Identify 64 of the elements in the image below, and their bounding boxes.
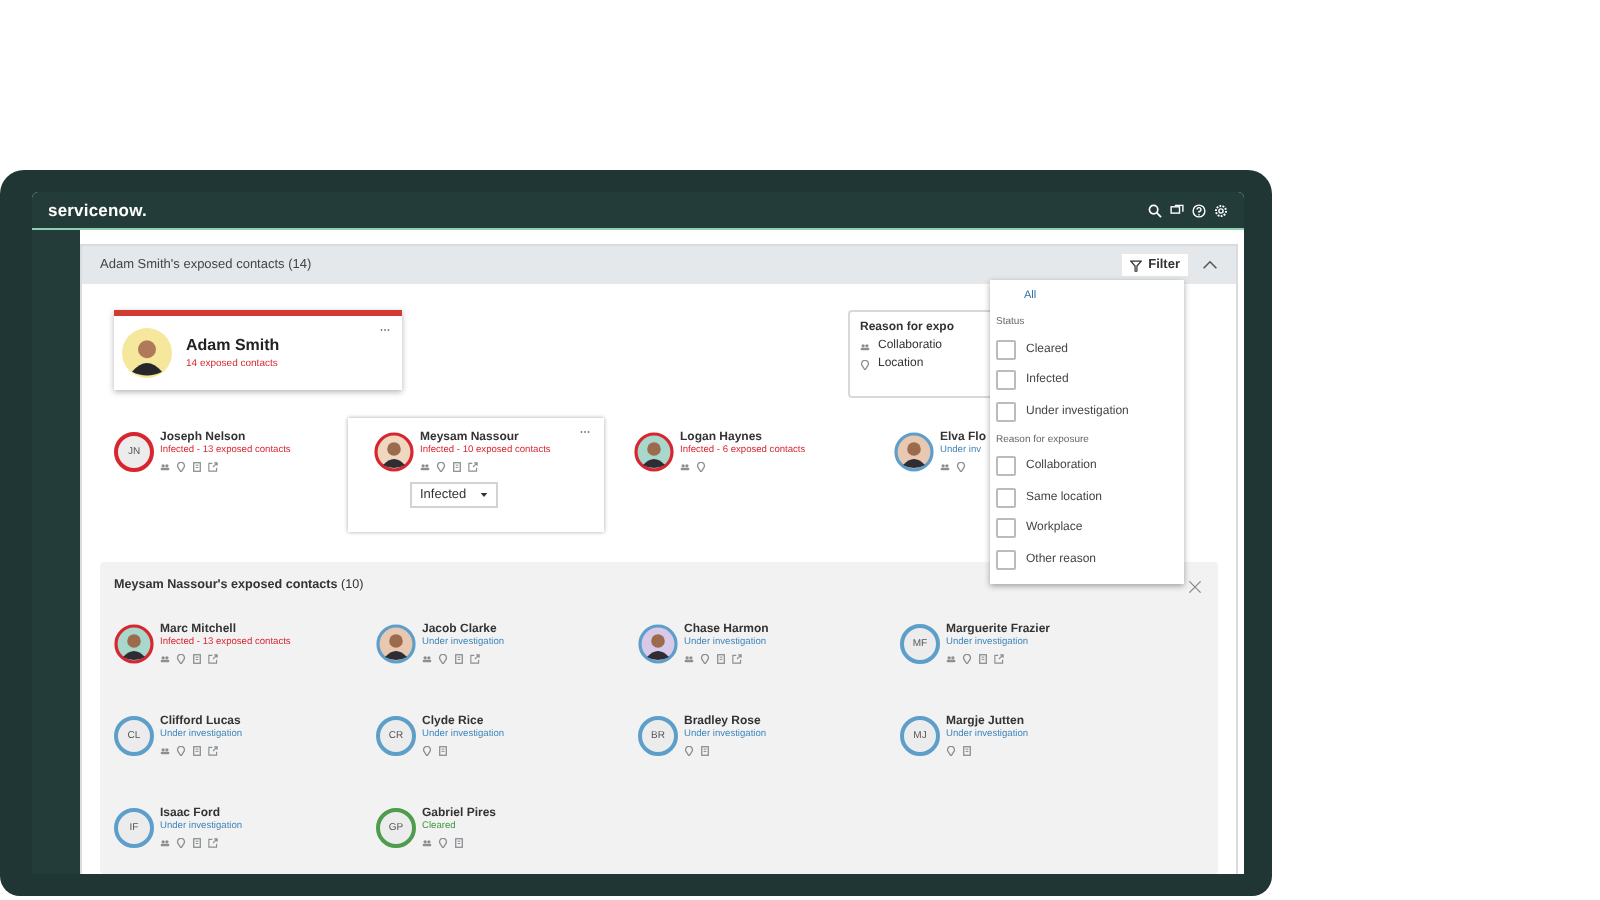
external-link-icon — [994, 654, 1004, 664]
building-icon — [192, 746, 202, 756]
checkbox[interactable] — [996, 370, 1016, 391]
pin-icon — [684, 746, 694, 756]
pin-icon — [956, 462, 966, 472]
building-icon — [454, 838, 464, 848]
external-link-icon — [470, 654, 480, 664]
building-icon — [452, 462, 462, 472]
building-icon — [438, 746, 448, 756]
building-icon — [978, 654, 988, 664]
help-icon[interactable] — [1192, 203, 1206, 217]
close-icon[interactable] — [1188, 580, 1202, 594]
checkbox[interactable] — [996, 456, 1016, 477]
building-icon — [192, 838, 202, 848]
pin-icon — [176, 746, 186, 756]
pin-icon — [176, 654, 186, 664]
building-icon — [700, 746, 710, 756]
external-link-icon — [208, 654, 218, 664]
people-icon — [160, 838, 170, 848]
caret-icon — [480, 492, 489, 498]
building-icon — [962, 746, 972, 756]
pin-icon — [962, 654, 972, 664]
person-name: Adam Smith — [186, 336, 280, 354]
building-icon — [454, 654, 464, 664]
building-icon — [716, 654, 726, 664]
pin-icon — [700, 654, 710, 664]
pin-icon — [696, 462, 706, 472]
people-icon — [420, 462, 430, 472]
people-icon — [422, 838, 432, 848]
chat-icon[interactable] — [1170, 203, 1184, 217]
people-icon — [160, 462, 170, 472]
people-icon — [680, 462, 690, 472]
people-icon — [422, 654, 432, 664]
pin-icon — [438, 838, 448, 848]
building-icon — [192, 462, 202, 472]
filter-icon — [1130, 259, 1143, 271]
people-icon — [684, 654, 694, 664]
people-icon — [946, 654, 956, 664]
collapse-icon[interactable] — [1202, 260, 1218, 270]
external-link-icon — [208, 746, 218, 756]
people-icon — [940, 462, 950, 472]
checkbox[interactable] — [996, 487, 1016, 508]
settings-icon[interactable] — [1214, 203, 1228, 217]
pin-icon — [176, 462, 186, 472]
people-icon — [860, 341, 870, 351]
checkbox[interactable] — [996, 549, 1016, 570]
logo: servicenow. — [48, 200, 147, 220]
pin-icon — [422, 746, 432, 756]
external-link-icon — [208, 838, 218, 848]
people-icon — [160, 654, 170, 664]
pin-icon — [946, 746, 956, 756]
pin-icon — [436, 462, 446, 472]
pin-icon — [438, 654, 448, 664]
checkbox[interactable] — [996, 401, 1016, 422]
pin-icon — [176, 838, 186, 848]
external-link-icon — [468, 462, 478, 472]
checkbox[interactable] — [996, 518, 1016, 539]
pin-icon — [860, 359, 870, 369]
building-icon — [192, 654, 202, 664]
people-icon — [160, 746, 170, 756]
external-link-icon — [732, 654, 742, 664]
search-icon[interactable] — [1148, 203, 1162, 217]
checkbox[interactable] — [996, 339, 1016, 360]
external-link-icon — [208, 462, 218, 472]
